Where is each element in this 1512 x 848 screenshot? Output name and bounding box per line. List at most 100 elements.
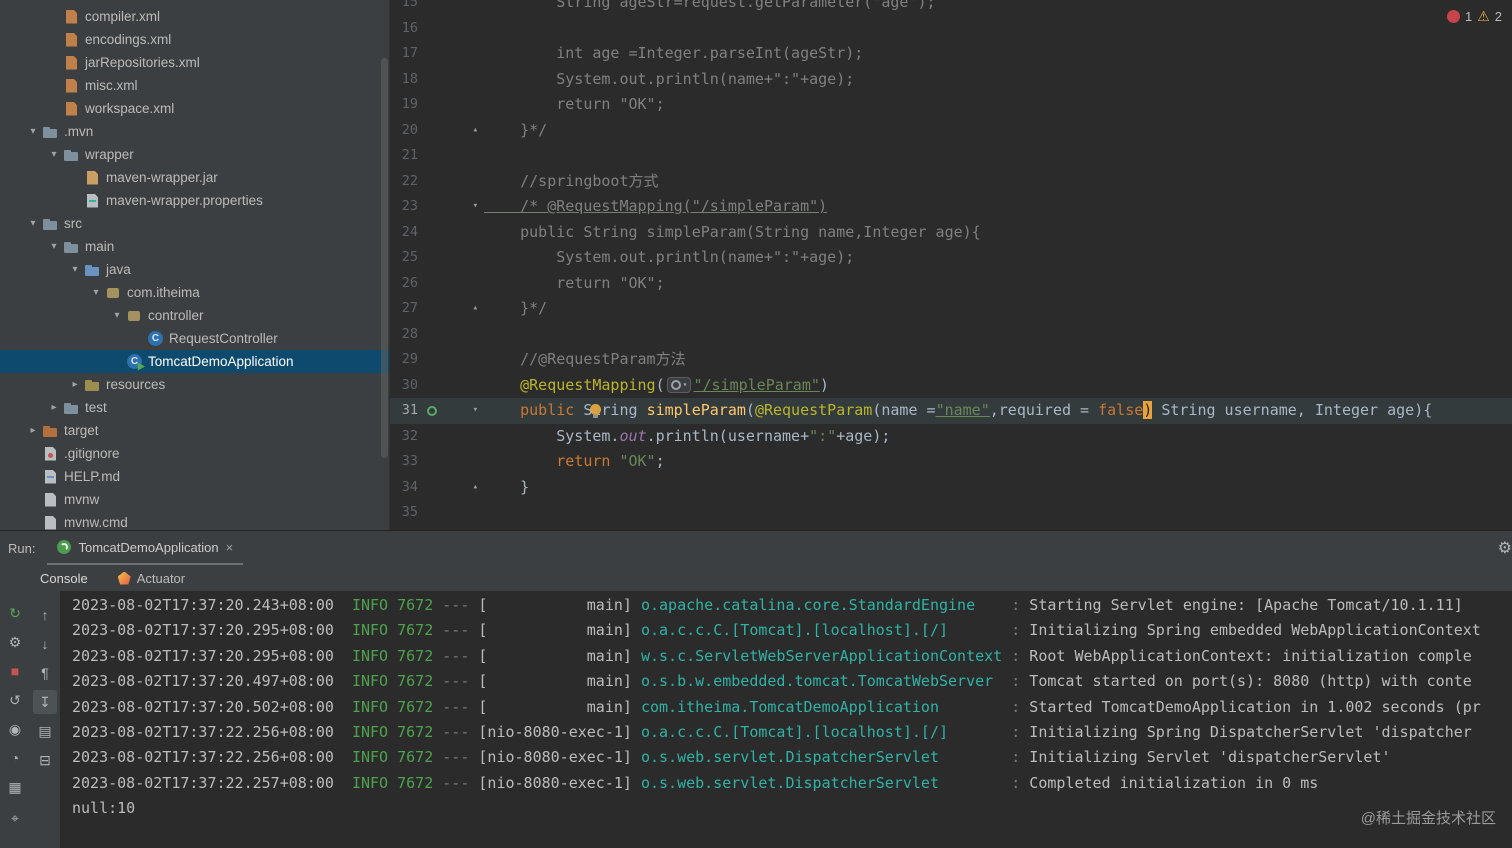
fold-down-icon[interactable]: ▾ (473, 398, 478, 424)
soft-wrap-button[interactable]: ¶ (33, 661, 57, 685)
chevron-down-icon[interactable]: ▾ (45, 241, 63, 252)
next-occurrence-button[interactable]: ↓ (33, 632, 57, 656)
log-level: INFO (333, 748, 389, 767)
log-thread: [ main] (478, 646, 641, 665)
tree-item--mvn[interactable]: ▾ .mvn (0, 120, 389, 143)
editor-line-22[interactable]: 22 //springboot方式 (390, 169, 1512, 195)
editor-line-18[interactable]: 18 System.out.println(name+":"+age); (390, 67, 1512, 93)
tree-item-requestcontroller[interactable]: RequestController (0, 327, 389, 350)
gutter-icon-slot (418, 169, 446, 195)
chevron-down-icon[interactable]: ▾ (66, 264, 84, 275)
editor-panel[interactable]: 15 String ageStr=request.getParameter("a… (390, 0, 1512, 530)
editor-line-15[interactable]: 15 String ageStr=request.getParameter("a… (390, 0, 1512, 16)
top-area: compiler.xml encodings.xml jarRepositories… (0, 0, 1512, 530)
tree-item-label: workspace.xml (85, 101, 175, 116)
code-token: "/simpleParam" (693, 375, 820, 394)
tree-item-target[interactable]: ▸ target (0, 419, 389, 442)
annotation-target-inlay-icon[interactable] (666, 377, 692, 393)
chevron-right-icon[interactable]: ▸ (66, 379, 84, 390)
editor-line-29[interactable]: 29 //@RequestParam方法 (390, 347, 1512, 373)
settings-button[interactable]: ⚙ (3, 630, 27, 654)
log-pid: 7672 (388, 773, 434, 792)
editor-line-20[interactable]: 20 ▴ }*/ (390, 118, 1512, 144)
editor-line-33[interactable]: 33 return "OK"; (390, 449, 1512, 475)
log-thread: [nio-8080-exec-1] (478, 773, 641, 792)
editor-line-31[interactable]: 31 ▾ public String simpleParam(@RequestPa… (390, 398, 1512, 424)
pin-button[interactable]: ⌖ (3, 806, 27, 830)
spring-bean-icon[interactable] (427, 405, 437, 416)
line-number: 20 (401, 121, 418, 138)
chevron-down-icon[interactable]: ▾ (108, 310, 126, 321)
tree-item-tomcatdemoapplication[interactable]: TomcatDemoApplication (0, 350, 389, 373)
editor-line-30[interactable]: 30 @RequestMapping("/simpleParam") (390, 373, 1512, 399)
tree-item-encodings-xml[interactable]: encodings.xml (0, 28, 389, 51)
tree-item-com-itheima[interactable]: ▾ com.itheima (0, 281, 389, 304)
close-icon[interactable]: × (226, 540, 234, 555)
editor-line-19[interactable]: 19 return "OK"; (390, 92, 1512, 118)
tree-item-misc-xml[interactable]: misc.xml (0, 74, 389, 97)
fold-down-icon[interactable]: ▾ (473, 194, 478, 220)
fold-up-icon[interactable]: ▴ (473, 475, 478, 501)
chevron-down-icon[interactable]: ▾ (24, 218, 42, 229)
xml-file-icon (63, 78, 80, 94)
scroll-to-end-button[interactable]: ↧ (33, 690, 57, 714)
tree-item--gitignore[interactable]: .gitignore (0, 442, 389, 465)
rerun-failed-button[interactable]: ↺ (3, 688, 27, 712)
console-output[interactable]: 2023-08-02T17:37:20.243+08:00 INFO 7672 … (60, 591, 1512, 848)
thread-dump-button[interactable]: ◉ (3, 717, 27, 741)
editor-line-24[interactable]: 24 public String simpleParam(String name… (390, 220, 1512, 246)
clear-console-button[interactable]: ⊟ (33, 748, 57, 772)
log-separator: --- (433, 672, 479, 691)
run-configuration-tab[interactable]: TomcatDemoApplication × (47, 531, 244, 565)
chevron-down-icon[interactable]: ▾ (45, 149, 63, 160)
fold-up-icon[interactable]: ▴ (473, 118, 478, 144)
tree-item-help-md[interactable]: HELP.md (0, 465, 389, 488)
tree-item-src[interactable]: ▾ src (0, 212, 389, 235)
chevron-right-icon[interactable]: ▸ (24, 425, 42, 436)
chevron-right-icon[interactable]: ▸ (45, 402, 63, 413)
code-text: System.out.println(username+":"+age); (484, 424, 1512, 450)
tree-item-mvnw[interactable]: mvnw (0, 488, 389, 511)
tree-item-java[interactable]: ▾ java (0, 258, 389, 281)
tree-item-main[interactable]: ▾ main (0, 235, 389, 258)
tree-item-workspace-xml[interactable]: workspace.xml (0, 97, 389, 120)
editor-line-35[interactable]: 35 (390, 500, 1512, 526)
tab-actuator[interactable]: Actuator (117, 571, 185, 586)
prev-occurrence-button[interactable]: ↑ (33, 603, 57, 627)
tree-item-wrapper[interactable]: ▾ wrapper (0, 143, 389, 166)
tree-item-maven-wrapper-properties[interactable]: maven-wrapper.properties (0, 189, 389, 212)
editor-line-17[interactable]: 17 int age =Integer.parseInt(ageStr); (390, 41, 1512, 67)
editor-line-21[interactable]: 21 (390, 143, 1512, 169)
gear-icon[interactable]: ⚙ (1498, 538, 1512, 558)
editor-line-25[interactable]: 25 System.out.println(name+":"+age); (390, 245, 1512, 271)
intention-bulb-icon[interactable] (590, 404, 601, 418)
tree-item-test[interactable]: ▸ test (0, 396, 389, 419)
editor-line-34[interactable]: 34 ▴ } (390, 475, 1512, 501)
editor-line-26[interactable]: 26 return "OK"; (390, 271, 1512, 297)
tree-item-resources[interactable]: ▸ resources (0, 373, 389, 396)
tree-item-maven-wrapper-jar[interactable]: maven-wrapper.jar (0, 166, 389, 189)
fold-up-icon[interactable]: ▴ (473, 296, 478, 322)
code-token: .println(username+ (646, 426, 810, 445)
inspection-widget[interactable]: 1 ⚠ 2 (1446, 8, 1502, 25)
tab-console[interactable]: Console (40, 571, 88, 586)
line-number: 30 (401, 376, 418, 393)
chevron-down-icon[interactable]: ▾ (24, 126, 42, 137)
stop-button[interactable]: ■ (3, 659, 27, 683)
layout-button[interactable]: ▦ (3, 775, 27, 799)
editor-line-32[interactable]: 32 System.out.println(username+":"+age); (390, 424, 1512, 450)
tree-item-mvnw-cmd[interactable]: mvnw.cmd (0, 511, 389, 530)
tree-item-compiler-xml[interactable]: compiler.xml (0, 5, 389, 28)
editor-line-23[interactable]: 23 ▾ /* @RequestMapping("/simpleParam") (390, 194, 1512, 220)
tree-item-jarrepositories-xml[interactable]: jarRepositories.xml (0, 51, 389, 74)
editor-line-28[interactable]: 28 (390, 322, 1512, 348)
profiler-button[interactable]: ◔ (3, 746, 27, 770)
rerun-button[interactable]: ↻ (3, 601, 27, 625)
editor-line-27[interactable]: 27 ▴ }*/ (390, 296, 1512, 322)
tree-scrollbar[interactable] (381, 58, 388, 458)
tree-item-controller[interactable]: ▾ controller (0, 304, 389, 327)
print-button[interactable]: ▤ (33, 719, 57, 743)
log-thread: [ main] (478, 672, 641, 691)
editor-line-16[interactable]: 16 (390, 16, 1512, 42)
chevron-down-icon[interactable]: ▾ (87, 287, 105, 298)
